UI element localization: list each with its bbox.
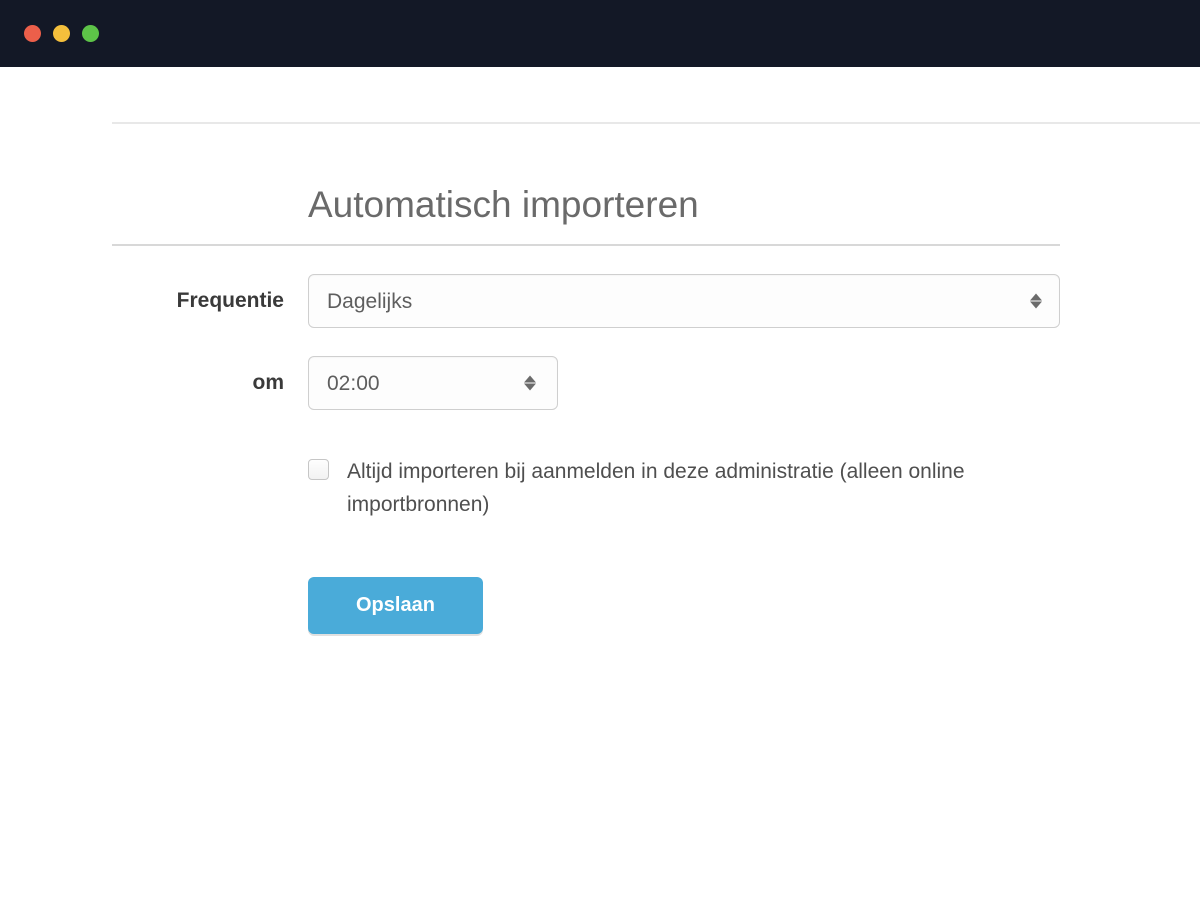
time-select[interactable]: 02:00 bbox=[308, 356, 558, 410]
frequency-select-wrap: Dagelijks bbox=[308, 274, 1060, 328]
content-area: Automatisch importeren Frequentie Dageli… bbox=[0, 122, 1200, 634]
save-button[interactable]: Opslaan bbox=[308, 577, 483, 634]
time-label: om bbox=[112, 371, 308, 395]
section-heading: Automatisch importeren bbox=[308, 184, 1060, 244]
frequency-row: Frequentie Dagelijks bbox=[112, 274, 1060, 328]
top-divider bbox=[112, 122, 1200, 124]
always-import-checkbox[interactable] bbox=[308, 459, 329, 480]
frequency-select[interactable]: Dagelijks bbox=[308, 274, 1060, 328]
button-row: Opslaan bbox=[308, 577, 1060, 634]
close-window-icon[interactable] bbox=[24, 25, 41, 42]
heading-divider bbox=[112, 244, 1060, 246]
always-import-row: Altijd importeren bij aanmelden in deze … bbox=[308, 456, 1060, 521]
auto-import-form: Automatisch importeren Frequentie Dageli… bbox=[112, 184, 1060, 634]
frequency-label: Frequentie bbox=[112, 289, 308, 313]
time-select-wrap: 02:00 bbox=[308, 356, 1060, 410]
time-row: om 02:00 bbox=[112, 356, 1060, 410]
maximize-window-icon[interactable] bbox=[82, 25, 99, 42]
always-import-label: Altijd importeren bij aanmelden in deze … bbox=[347, 456, 1007, 521]
minimize-window-icon[interactable] bbox=[53, 25, 70, 42]
window-title-bar bbox=[0, 0, 1200, 67]
